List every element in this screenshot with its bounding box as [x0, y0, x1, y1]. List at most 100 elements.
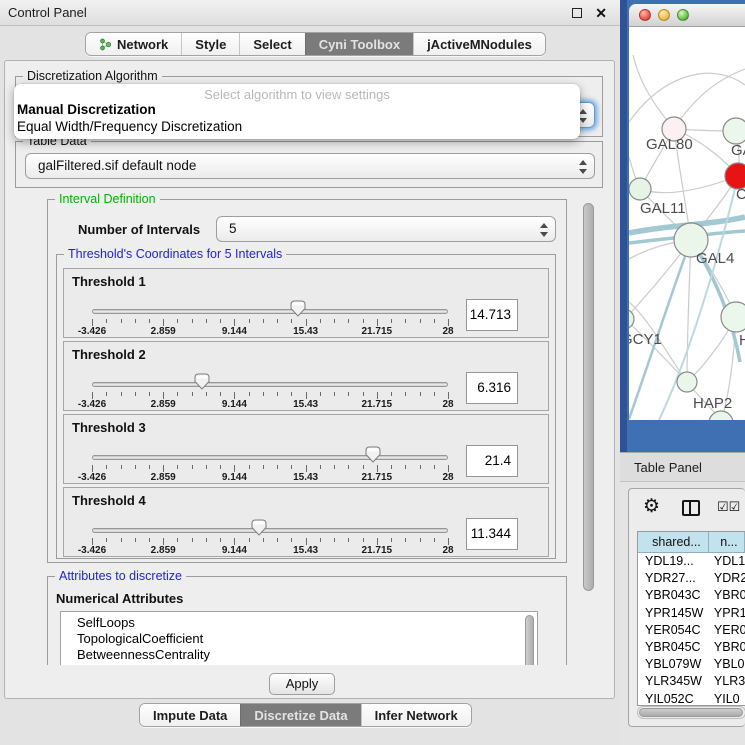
network-node[interactable] [721, 302, 745, 332]
slider-tick [434, 319, 435, 323]
network-canvas[interactable]: GAL80GACGAL11GAL4HGCY1HAP2 [629, 27, 745, 420]
algorithm-option[interactable]: Equal Width/Frequency Discretization [17, 119, 242, 134]
slider-tick [334, 392, 335, 396]
attribute-item[interactable]: TopologicalCoefficient [77, 631, 203, 647]
table-row[interactable]: YPR145WYPR1 [638, 605, 745, 622]
network-edge[interactable] [629, 240, 691, 419]
attribute-item[interactable]: BetweennessCentrality [77, 647, 210, 663]
tab-select[interactable]: Select [239, 33, 304, 55]
node-label: H [739, 332, 745, 349]
tab-infer-network[interactable]: Infer Network [361, 704, 471, 726]
tab-impute-data[interactable]: Impute Data [140, 704, 240, 726]
slider-thumb[interactable] [251, 519, 267, 536]
slider-tick [121, 538, 122, 542]
slider-tick [420, 392, 421, 396]
network-node[interactable] [677, 372, 697, 392]
tick-label: 9.144 [222, 545, 247, 556]
table-row[interactable]: YDR27...YDR2 [638, 570, 745, 587]
tab-cyni-toolbox[interactable]: Cyni Toolbox [305, 33, 413, 55]
columns-icon[interactable] [682, 500, 700, 516]
scrollbar-thumb[interactable] [583, 203, 594, 591]
slider-tick [377, 465, 378, 472]
slider-tick [448, 538, 449, 545]
list-scrollbar[interactable] [525, 615, 534, 665]
slider-track[interactable] [92, 309, 448, 314]
table-toolbar: ⚙ ☑☑ [629, 489, 745, 529]
network-edge[interactable] [687, 240, 691, 382]
tab-jactivemnodules[interactable]: jActiveMNodules [413, 33, 545, 55]
table-row[interactable]: YDL19...YDL1 [638, 553, 745, 570]
zoom-traffic-light-icon[interactable] [677, 9, 689, 21]
attribute-item[interactable]: SelfLoops [77, 615, 135, 631]
slider-thumb[interactable] [290, 300, 306, 317]
table-data-value: galFiltered.sif default node [38, 158, 196, 173]
network-node[interactable] [709, 411, 733, 420]
slider-tick [163, 465, 164, 472]
threshold-value-field[interactable]: 11.344 [466, 518, 518, 550]
gear-icon[interactable]: ⚙ [643, 495, 660, 518]
float-window-icon[interactable] [572, 8, 582, 18]
tick-label: 21.715 [362, 399, 393, 410]
threshold-value-field[interactable]: 14.713 [466, 299, 518, 331]
apply-button[interactable]: Apply [269, 673, 335, 695]
network-edge[interactable] [633, 55, 674, 129]
network-edge[interactable] [640, 176, 738, 193]
slider-tick [363, 392, 364, 396]
slider-thumb[interactable] [365, 446, 381, 463]
settings-scroll-viewport: Interval Definition Number of Intervals … [15, 193, 603, 665]
tab-network[interactable]: Network [86, 33, 181, 55]
cyni-toolbox-panel: Discretization Algorithm Select algorith… [4, 60, 615, 699]
slider-tick [434, 392, 435, 396]
settings-scrollbar[interactable] [582, 201, 595, 657]
tab-discretize-data[interactable]: Discretize Data [240, 704, 360, 726]
column-header[interactable]: shared... [638, 532, 709, 553]
table-horizontal-scrollbar[interactable] [637, 706, 745, 719]
slider-tick [263, 465, 264, 469]
numerical-attributes-list[interactable]: SelfLoopsTopologicalCoefficientBetweenne… [60, 611, 538, 665]
node-table[interactable]: shared...n... YDL19...YDL1YDR27...YDR2YB… [637, 531, 745, 706]
network-edge[interactable] [629, 73, 745, 122]
column-header[interactable]: n... [709, 532, 745, 553]
scrollbar-thumb[interactable] [639, 708, 743, 717]
slider-tick [92, 392, 93, 399]
table-row[interactable]: YBR045CYBR0 [638, 639, 745, 656]
threshold-value-field[interactable]: 21.4 [466, 445, 518, 477]
node-label: C [736, 186, 745, 203]
tab-style[interactable]: Style [181, 33, 239, 55]
threshold-label: Threshold 2 [72, 347, 146, 362]
checkboxes-icon[interactable]: ☑☑ [717, 499, 740, 515]
close-traffic-light-icon[interactable] [639, 9, 651, 21]
table-row[interactable]: YBL079WYBL0 [638, 656, 745, 673]
slider-track[interactable] [92, 382, 448, 387]
num-intervals-combobox[interactable]: 5 [216, 216, 556, 242]
network-node[interactable] [629, 178, 651, 200]
table-data-combobox[interactable]: galFiltered.sif default node [25, 153, 595, 179]
slider-tick [363, 319, 364, 323]
slider-track[interactable] [92, 528, 448, 533]
network-node[interactable] [723, 118, 745, 144]
slider-tick [391, 465, 392, 469]
table-row[interactable]: YBR043CYBR0 [638, 587, 745, 604]
tick-label: 2.859 [151, 545, 176, 556]
minimize-traffic-light-icon[interactable] [658, 9, 670, 21]
table-row[interactable]: YER054CYER0 [638, 622, 745, 639]
table-cell: YDL1 [709, 553, 745, 570]
num-intervals-value: 5 [229, 221, 237, 236]
slider-track[interactable] [92, 455, 448, 460]
group-title: Interval Definition [55, 193, 160, 206]
slider-tick [291, 392, 292, 396]
slider-tick [263, 319, 264, 323]
threshold-value-field[interactable]: 6.316 [466, 372, 518, 404]
close-icon[interactable]: ✕ [595, 3, 607, 23]
table-row[interactable]: YLR345WYLR3 [638, 673, 745, 690]
slider-thumb[interactable] [194, 373, 210, 390]
slider-tick [220, 319, 221, 323]
algorithm-dropdown-popup: Select algorithm to view settings Manual… [14, 84, 580, 139]
control-panel-titlebar: Control Panel ✕ [0, 0, 620, 26]
table-cell: YPR145W [638, 605, 709, 622]
table-panel-title: Table Panel [634, 453, 702, 482]
table-row[interactable]: YIL052CYIL0 [638, 691, 745, 707]
slider-tick [163, 319, 164, 326]
tick-label: 21.715 [362, 545, 393, 556]
algorithm-option[interactable]: Manual Discretization [17, 102, 156, 117]
